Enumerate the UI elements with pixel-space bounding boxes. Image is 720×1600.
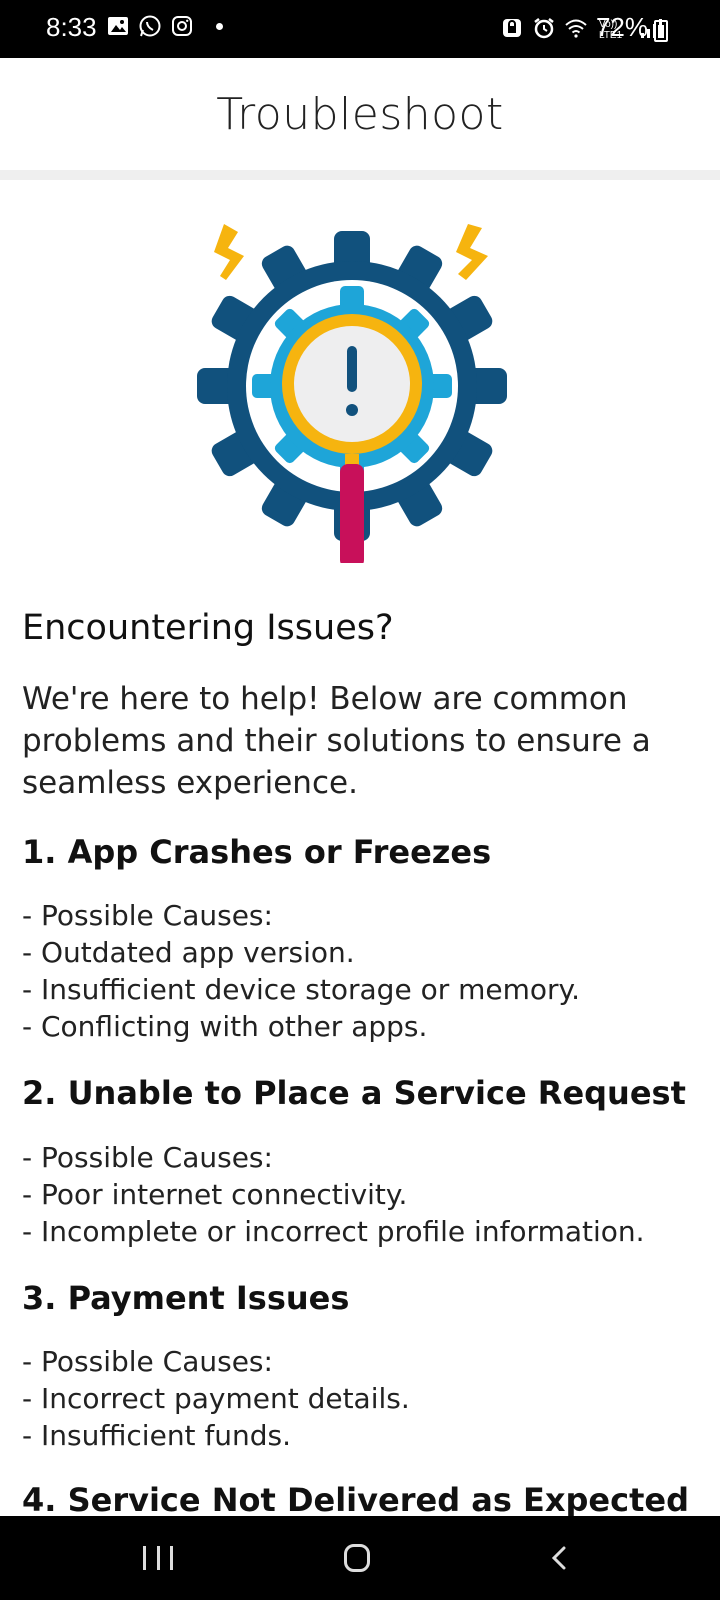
cause-list: - Possible Causes: - Poor internet conne…: [22, 1139, 712, 1250]
cause-list: - Possible Causes: - Incorrect payment d…: [22, 1343, 712, 1454]
list-item: - Possible Causes:: [22, 1140, 273, 1174]
recent-apps-icon[interactable]: [143, 1546, 173, 1570]
section-title: 1. App Crashes or Freezes: [22, 832, 492, 871]
battery-icon: [654, 20, 668, 42]
list-item: - Possible Causes:: [22, 899, 273, 933]
vpn-icon: [503, 19, 521, 37]
home-icon[interactable]: [344, 1544, 370, 1572]
system-nav-bar: [0, 1516, 720, 1600]
section-service-request: 2. Unable to Place a Service Request - P…: [22, 1073, 712, 1250]
list-item: - Poor internet connectivity.: [22, 1177, 408, 1211]
notification-dot: [216, 22, 223, 30]
list-item: - Incomplete or incorrect profile inform…: [22, 1214, 645, 1248]
list-item: - Insufficient device storage or memory.: [22, 973, 581, 1007]
list-item: - Conflicting with other apps.: [22, 1010, 428, 1044]
cause-list: - Possible Causes: - Outdated app versio…: [22, 897, 712, 1045]
gear-magnifier-alert-icon: [197, 224, 507, 563]
section-app-crashes: 1. App Crashes or Freezes - Possible Cau…: [22, 832, 712, 1046]
alarm-icon: [534, 18, 554, 39]
section-payment-issues: 3. Payment Issues - Possible Causes: - I…: [22, 1278, 712, 1455]
lightning-bolt-left-icon: [214, 224, 244, 280]
list-item: - Incorrect payment details.: [22, 1382, 410, 1416]
header-divider: [0, 170, 720, 180]
whatsapp-icon: [139, 15, 161, 37]
list-item: - Outdated app version.: [22, 936, 355, 970]
intro-text: We're here to help! Below are common pro…: [22, 680, 651, 801]
intro-title: Encountering Issues?: [22, 608, 394, 648]
gallery-icon: [108, 17, 128, 35]
wifi-icon: [565, 19, 587, 38]
status-icons-left: [106, 14, 223, 38]
back-icon[interactable]: [548, 1546, 570, 1570]
section-title: 3. Payment Issues: [22, 1278, 350, 1317]
list-item: - Insufficient funds.: [22, 1419, 292, 1453]
list-item: - Possible Causes:: [22, 1345, 273, 1379]
instagram-icon: [172, 16, 192, 36]
page-title: Troubleshoot: [216, 88, 504, 140]
status-time: 8:33: [46, 12, 97, 42]
lightning-bolt-right-icon: [456, 224, 488, 280]
section-title: 2. Unable to Place a Service Request: [22, 1074, 686, 1113]
troubleshoot-content: Encountering Issues? We're here to help!…: [22, 606, 712, 1522]
status-battery-percent: 72%: [595, 12, 648, 42]
app-header: Troubleshoot: [0, 58, 720, 170]
status-bar: 8:33 Vo)) LTE1 72%: [0, 0, 720, 58]
